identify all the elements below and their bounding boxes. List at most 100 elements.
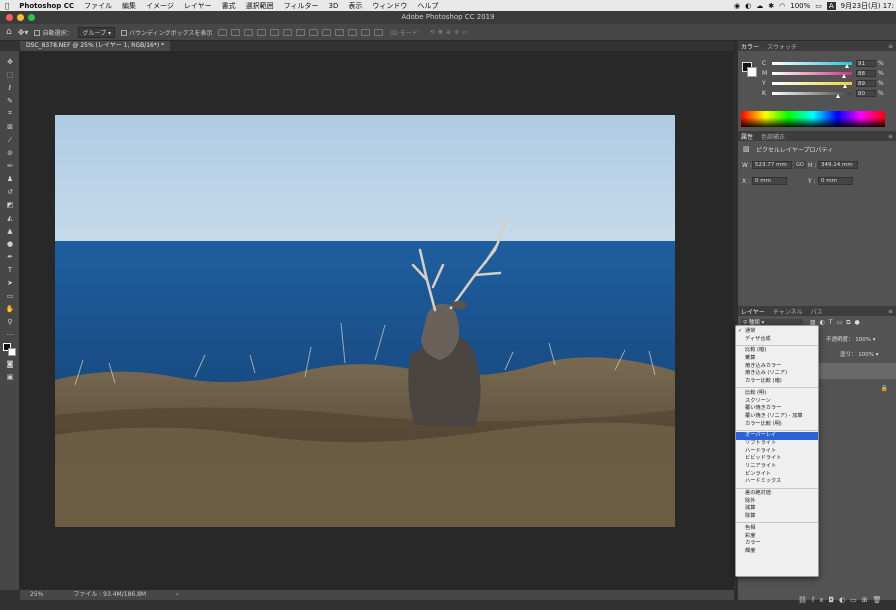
lock-icon[interactable]: 🔒 xyxy=(881,385,888,392)
menu-3d[interactable]: 3D xyxy=(324,2,344,10)
menu-help[interactable]: ヘルプ xyxy=(412,1,443,11)
blend-mode-item[interactable]: ハードミックス xyxy=(736,478,818,486)
blend-mode-item[interactable]: カラー xyxy=(736,540,818,548)
minimize-window-button[interactable] xyxy=(17,14,24,21)
w-input[interactable]: 523.77 mm xyxy=(752,161,792,169)
healing-brush-tool[interactable]: ⊘ xyxy=(0,146,20,159)
menu-file[interactable]: ファイル xyxy=(79,1,117,11)
clock[interactable]: 9月23日(月) 17: xyxy=(841,1,894,11)
zoom-window-button[interactable] xyxy=(28,14,35,21)
tab-properties[interactable]: 属性 xyxy=(741,132,753,141)
menu-type[interactable]: 書式 xyxy=(217,1,241,11)
brush-tool[interactable]: ✏ xyxy=(0,159,20,172)
channel-m-slider[interactable] xyxy=(772,72,852,78)
layer-row-background[interactable]: 🔒 xyxy=(818,381,896,397)
menu-filter[interactable]: フィルター xyxy=(279,1,324,11)
blend-mode-item[interactable]: 減算 xyxy=(736,505,818,513)
blend-mode-item[interactable]: 色相 xyxy=(736,525,818,533)
blend-mode-item[interactable]: 覆い焼き (リニア) - 加算 xyxy=(736,413,818,421)
status-arrow-icon[interactable]: › xyxy=(176,590,178,600)
link-dimensions-button[interactable]: GO xyxy=(794,161,806,169)
screen-mode-icon[interactable]: ▣ xyxy=(0,370,20,383)
blend-mode-item[interactable]: 覆い焼きカラー xyxy=(736,405,818,413)
align-bottom-icon[interactable] xyxy=(244,28,254,36)
channel-k-value[interactable]: 80 xyxy=(856,89,876,97)
blend-mode-item[interactable]: 比較 (明) xyxy=(736,390,818,398)
battery-icon[interactable]: ▭ xyxy=(815,2,822,10)
more-tools-icon[interactable]: ··· xyxy=(0,328,20,341)
channel-y-slider[interactable] xyxy=(772,82,852,88)
tab-adjustments[interactable]: 色調補正 xyxy=(761,132,785,141)
new-layer-icon[interactable]: ⊞ xyxy=(862,596,873,604)
x-input[interactable]: 0 mm xyxy=(752,177,787,185)
y-input[interactable]: 0 mm xyxy=(818,177,853,185)
properties-menu-icon[interactable]: ≡ xyxy=(888,133,893,140)
distribute-right-icon[interactable] xyxy=(361,28,371,36)
lasso-tool[interactable]: ℓ xyxy=(0,81,20,94)
hand-tool[interactable]: ✋ xyxy=(0,302,20,315)
trash-icon[interactable]: 🗑 xyxy=(873,596,887,604)
channel-m-value[interactable]: 88 xyxy=(856,69,876,77)
layers-menu-icon[interactable]: ≡ xyxy=(888,308,893,315)
file-info[interactable]: ファイル : 93.4M/186.8M xyxy=(73,590,146,600)
tab-channels[interactable]: チャンネル xyxy=(773,307,803,316)
pen-tool[interactable]: ✒ xyxy=(0,250,20,263)
quick-select-tool[interactable]: ✎ xyxy=(0,94,20,107)
auto-align-icon[interactable] xyxy=(374,28,384,36)
bounding-box-checkbox[interactable] xyxy=(121,30,128,36)
blend-mode-item[interactable]: 差の絶対値 xyxy=(736,490,818,498)
bluetooth-icon[interactable]: ✱ xyxy=(768,2,774,10)
align-vcenter-icon[interactable] xyxy=(231,28,241,36)
slider-thumb[interactable] xyxy=(844,64,849,68)
slider-thumb[interactable] xyxy=(842,74,847,78)
align-hcenter-icon[interactable] xyxy=(270,28,280,36)
close-window-button[interactable] xyxy=(6,14,13,21)
blend-mode-item[interactable]: 輝度 xyxy=(736,548,818,556)
slider-thumb[interactable] xyxy=(843,84,848,88)
channel-y-value[interactable]: 89 xyxy=(856,79,876,87)
home-icon[interactable]: ⌂ xyxy=(6,27,12,37)
marquee-tool[interactable]: ⬚ xyxy=(0,68,20,81)
move-tool-preset-icon[interactable]: ✥▾ xyxy=(18,28,29,37)
rectangle-tool[interactable]: ▭ xyxy=(0,289,20,302)
crop-tool[interactable]: ⌗ xyxy=(0,107,20,120)
blend-mode-item[interactable]: ディザ合成 xyxy=(736,336,818,344)
tab-swatches[interactable]: スウォッチ xyxy=(767,42,797,51)
blend-mode-item[interactable]: 焼き込み (リニア) xyxy=(736,370,818,378)
blend-mode-item[interactable]: カラー比較 (暗) xyxy=(736,378,818,386)
align-left-icon[interactable] xyxy=(257,28,267,36)
blend-mode-item[interactable]: 比較 (暗) xyxy=(736,347,818,355)
layer-row-selected[interactable] xyxy=(818,363,896,379)
menu-select[interactable]: 選択範囲 xyxy=(241,1,279,11)
history-brush-tool[interactable]: ↺ xyxy=(0,185,20,198)
input-method-indicator[interactable]: A xyxy=(826,1,836,10)
align-top-icon[interactable] xyxy=(218,28,228,36)
h-input[interactable]: 349.14 mm xyxy=(818,161,858,169)
tab-layers[interactable]: レイヤー xyxy=(741,307,765,316)
document-image-deer[interactable] xyxy=(55,115,675,527)
blend-mode-item[interactable]: ソフトライト xyxy=(736,440,818,448)
status-icon[interactable]: ◉ xyxy=(734,2,740,10)
background-color-swatch[interactable] xyxy=(8,348,16,356)
quick-mask-icon[interactable]: ◙ xyxy=(0,357,20,370)
type-tool[interactable]: T xyxy=(0,263,20,276)
link-layers-icon[interactable]: ⛓ xyxy=(798,596,812,604)
new-group-icon[interactable]: ▭ xyxy=(850,596,862,604)
menu-window[interactable]: ウィンドウ xyxy=(367,1,412,11)
blur-tool[interactable]: ▲ xyxy=(0,224,20,237)
align-right-icon[interactable] xyxy=(283,28,293,36)
eyedropper-tool[interactable]: ⁄ xyxy=(0,133,20,146)
auto-select-dropdown[interactable]: グループ ▾ xyxy=(78,26,116,38)
distribute-bottom-icon[interactable] xyxy=(322,28,332,36)
zoom-tool[interactable]: ⚲ xyxy=(0,315,20,328)
distribute-vcenter-icon[interactable] xyxy=(309,28,319,36)
move-tool[interactable]: ✥ xyxy=(0,55,20,68)
menu-view[interactable]: 表示 xyxy=(343,1,367,11)
blend-mode-item[interactable]: 除算 xyxy=(736,513,818,521)
color-bg-swatch[interactable] xyxy=(747,67,757,77)
blend-mode-item[interactable]: ビビッドライト xyxy=(736,455,818,463)
tab-paths[interactable]: パス xyxy=(811,307,823,316)
apple-icon[interactable]:  xyxy=(0,2,14,10)
blend-mode-item[interactable]: 乗算 xyxy=(736,355,818,363)
frame-tool[interactable]: ⊠ xyxy=(0,120,20,133)
